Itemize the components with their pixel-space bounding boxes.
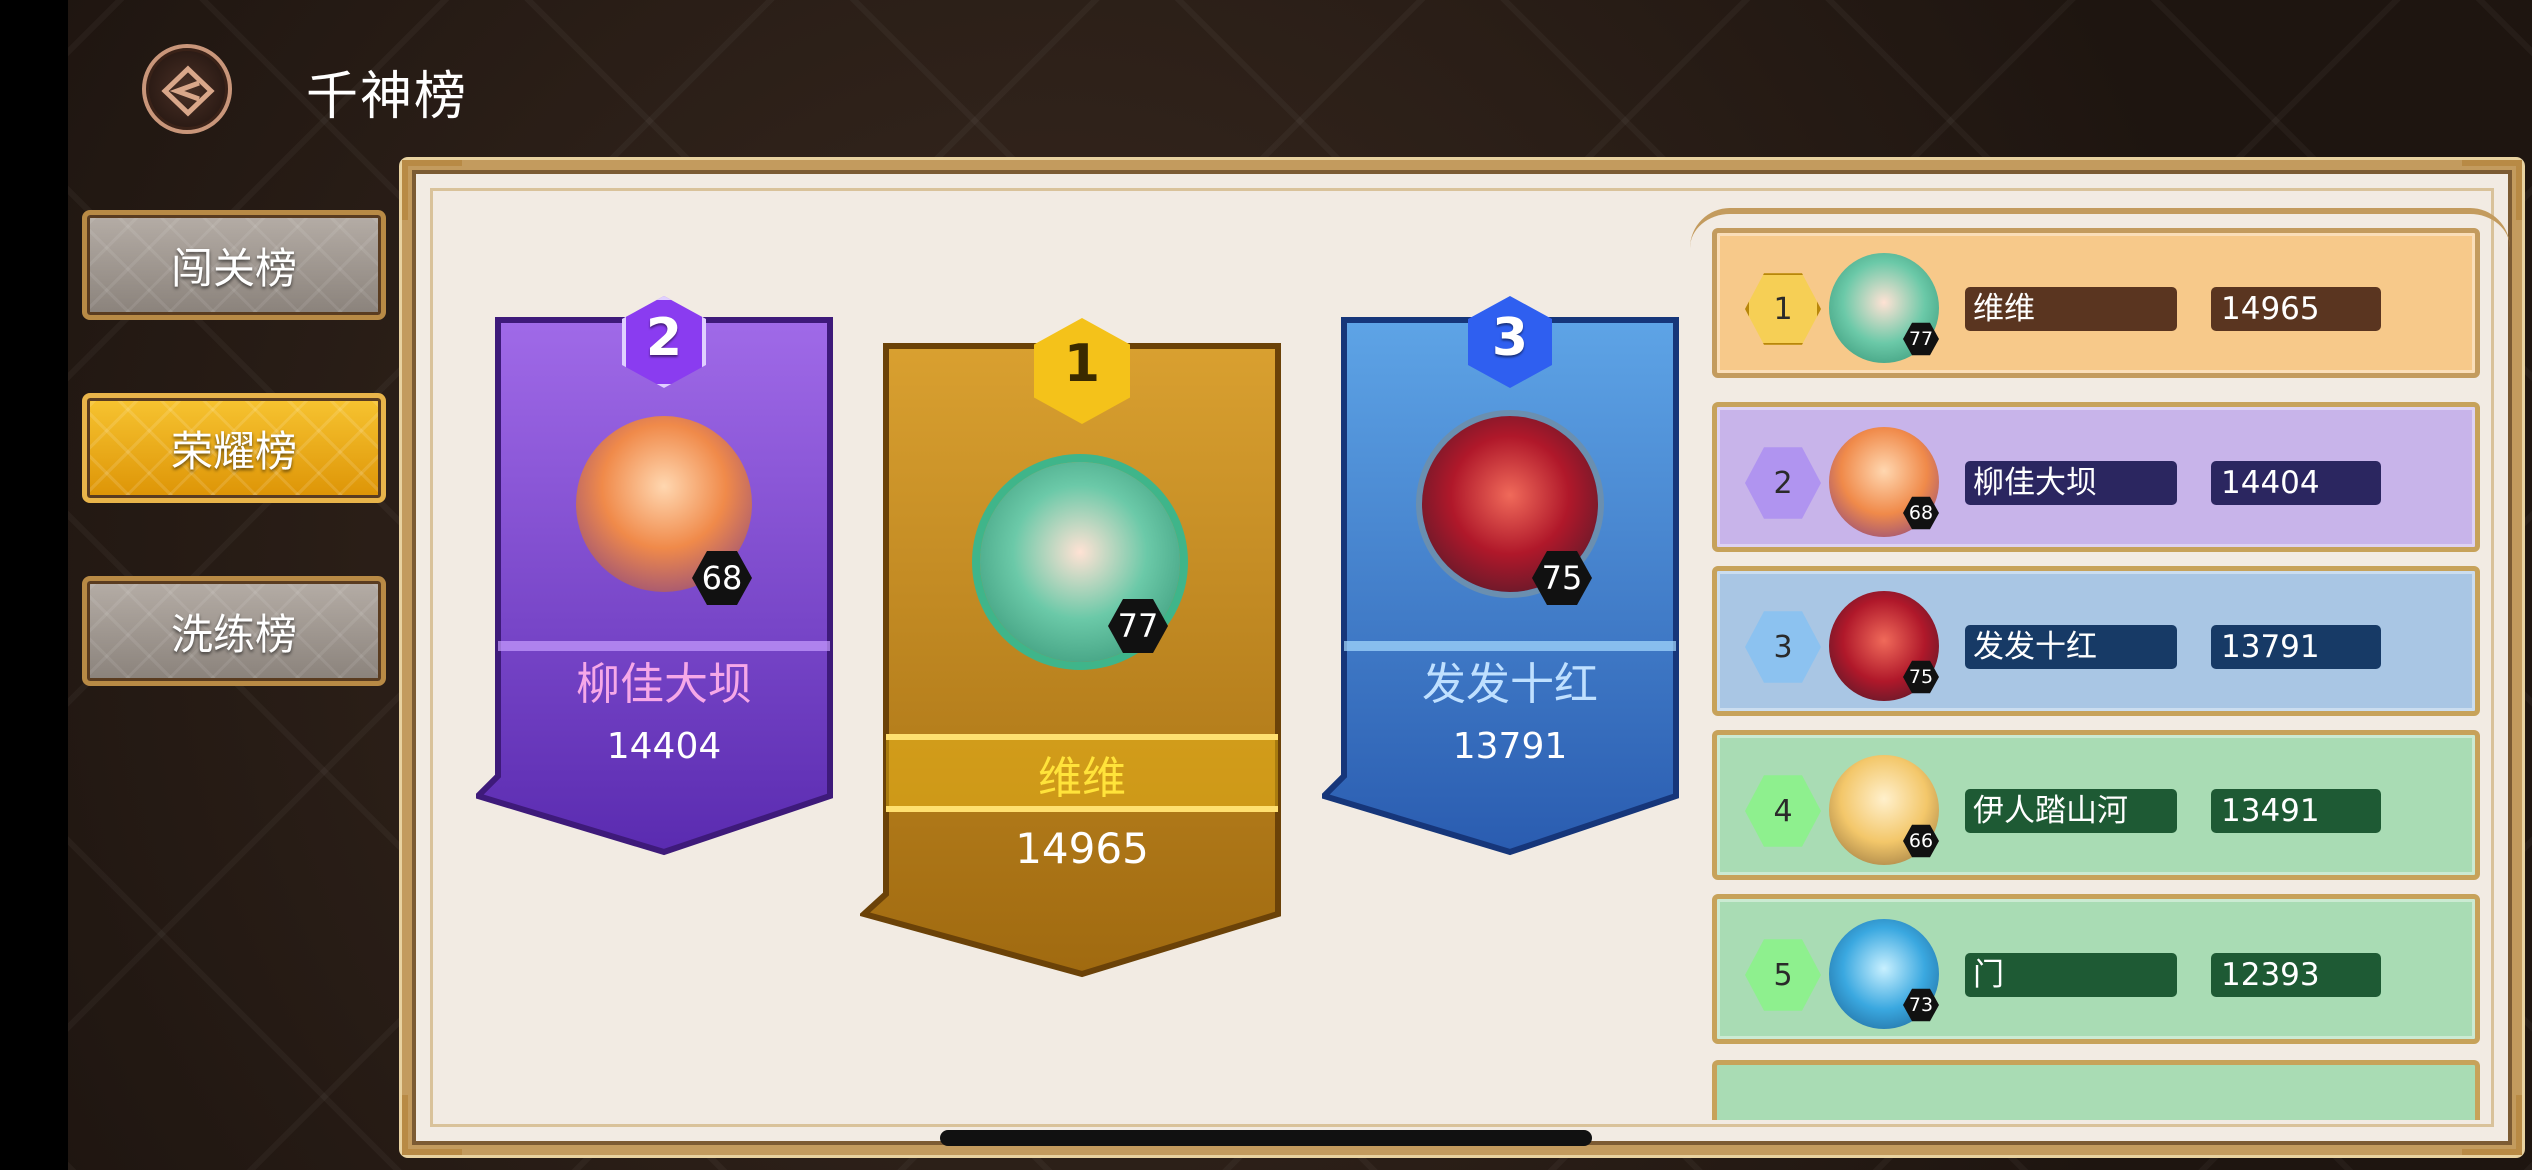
rank-number: 3 (1491, 308, 1529, 368)
player-name: 柳佳大坝 (576, 659, 752, 710)
podium-rank-1[interactable]: 1 77 维维 14965 (860, 318, 1304, 978)
rank-hexagon: 4 (1745, 775, 1821, 847)
tab-refine-ranking[interactable]: 洗练榜 (82, 576, 386, 686)
podium-rank-2[interactable]: 2 68 柳佳大坝 14404 (476, 296, 852, 856)
podium-rank-3[interactable]: 3 75 发发十红 13791 (1322, 296, 1698, 856)
back-button[interactable] (142, 44, 232, 134)
player-name: 维维 (1965, 287, 2177, 331)
rank-hexagon: 5 (1745, 939, 1821, 1011)
ranking-row-5[interactable]: 5 73 门 12393 (1712, 894, 2480, 1044)
back-arrow-icon (161, 65, 215, 117)
rank-number: 2 (645, 308, 683, 368)
rank-hexagon: 1 (1745, 273, 1821, 345)
rank-hexagon: 3 (1745, 611, 1821, 683)
rank-number: 1 (1063, 334, 1101, 394)
home-indicator[interactable] (940, 1130, 1592, 1146)
player-name: 发发十红 (1422, 659, 1598, 710)
player-name: 维维 (1038, 753, 1126, 804)
player-score: 13491 (2211, 789, 2381, 833)
player-name: 柳佳大坝 (1965, 461, 2177, 505)
ranking-row-partial[interactable] (1712, 1060, 2480, 1120)
player-score: 13791 (2211, 625, 2381, 669)
player-score: 14404 (606, 726, 722, 767)
tab-glory-ranking[interactable]: 荣耀榜 (82, 393, 386, 503)
page-title: 千神榜 (306, 67, 469, 127)
player-name: 发发十红 (1965, 625, 2177, 669)
tab-stage-ranking[interactable]: 闯关榜 (82, 210, 386, 320)
player-score: 13791 (1452, 726, 1568, 767)
ranking-row-4[interactable]: 4 66 伊人踏山河 13491 (1712, 730, 2480, 880)
player-name: 门 (1965, 953, 2177, 997)
ranking-row-1[interactable]: 1 77 维维 14965 (1712, 228, 2480, 378)
player-score: 14965 (1015, 824, 1149, 873)
rank-hexagon: 2 (1745, 447, 1821, 519)
ranking-row-3[interactable]: 3 75 发发十红 13791 (1712, 566, 2480, 716)
ranking-row-2[interactable]: 2 68 柳佳大坝 14404 (1712, 402, 2480, 552)
player-score: 14965 (2211, 287, 2381, 331)
player-name: 伊人踏山河 (1965, 789, 2177, 833)
player-score: 14404 (2211, 461, 2381, 505)
player-score: 12393 (2211, 953, 2381, 997)
